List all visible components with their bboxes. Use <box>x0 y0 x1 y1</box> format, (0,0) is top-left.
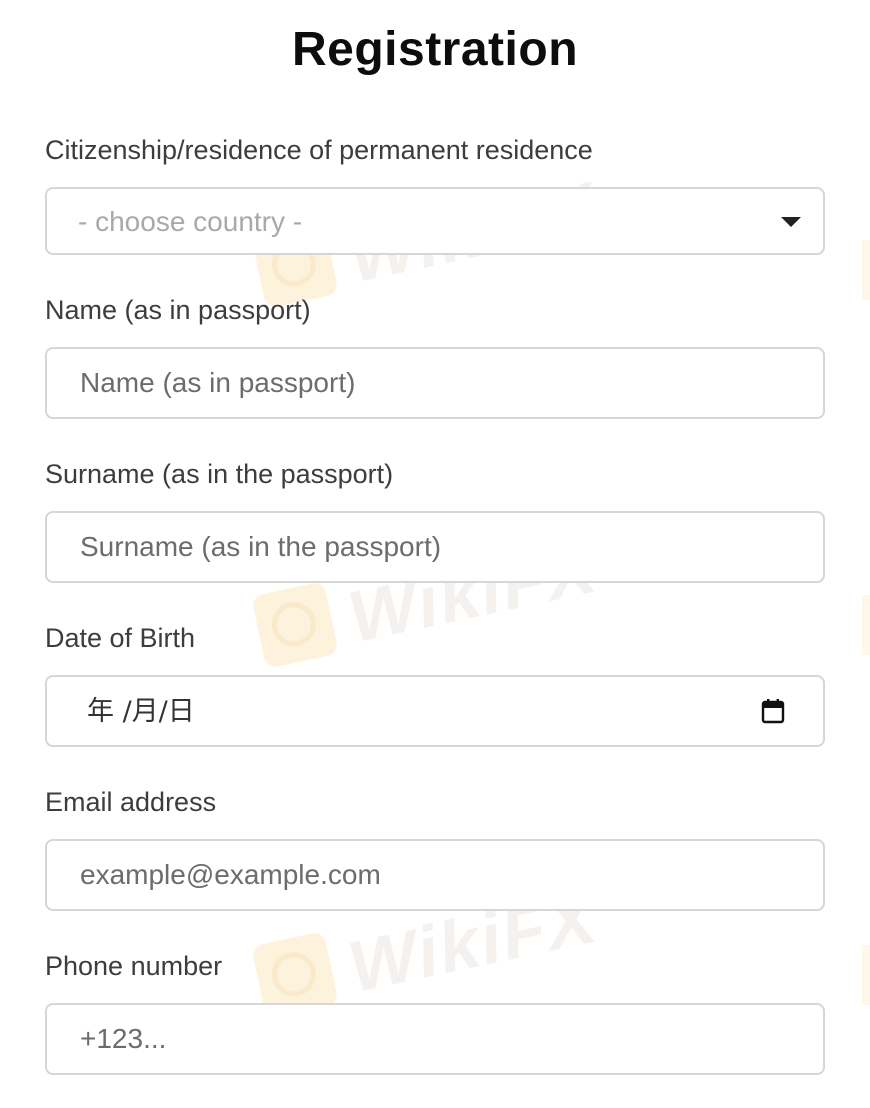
watermark-edge <box>862 240 870 300</box>
surname-label: Surname (as in the passport) <box>45 459 394 489</box>
phone-input[interactable] <box>47 1005 823 1073</box>
watermark-edge <box>862 945 870 1005</box>
email-input[interactable] <box>47 841 823 909</box>
name-field-wrapper <box>45 347 825 419</box>
dob-input[interactable]: 年 /月/日 <box>45 675 825 747</box>
surname-field-wrapper <box>45 511 825 583</box>
citizenship-label: Citizenship/residence of permanent resid… <box>45 135 593 165</box>
surname-input[interactable] <box>47 513 823 581</box>
country-select[interactable]: - choose country - <box>45 187 825 255</box>
calendar-icon[interactable] <box>761 698 785 724</box>
phone-field-wrapper <box>45 1003 825 1075</box>
dob-placeholder: 年 /月/日 <box>87 696 195 727</box>
page-title: Registration <box>291 23 579 76</box>
dob-label: Date of Birth <box>45 623 196 653</box>
name-input[interactable] <box>47 349 823 417</box>
phone-label: Phone number <box>45 951 223 981</box>
email-label: Email address <box>45 787 217 817</box>
name-label: Name (as in passport) <box>45 295 311 325</box>
watermark-logo-icon <box>251 581 339 669</box>
country-select-placeholder: - choose country - <box>78 206 303 237</box>
caret-down-icon <box>781 217 801 227</box>
watermark-edge <box>862 595 870 655</box>
email-field-wrapper <box>45 839 825 911</box>
